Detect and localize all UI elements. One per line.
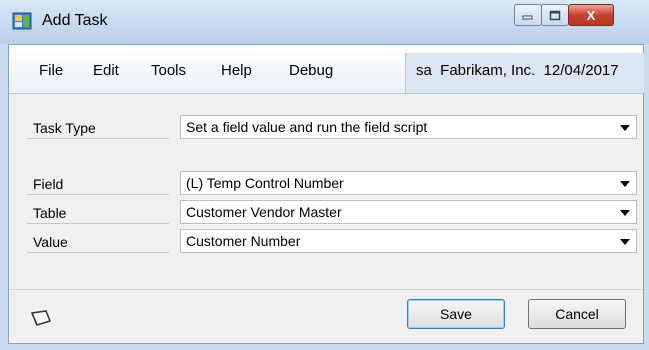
close-icon: X xyxy=(586,7,596,23)
menu-tools[interactable]: Tools xyxy=(151,62,186,79)
field-row: Field (L) Temp Control Number xyxy=(27,171,637,195)
menu-debug[interactable]: Debug xyxy=(289,62,333,79)
footer-divider xyxy=(9,289,643,290)
company-info-panel: sa Fabrikam, Inc. 12/04/2017 xyxy=(405,53,644,93)
value-label: Value xyxy=(27,229,169,253)
chevron-down-icon xyxy=(620,210,630,216)
minimize-button[interactable] xyxy=(514,4,542,26)
field-label: Field xyxy=(27,171,169,195)
table-label: Table xyxy=(27,200,169,224)
menu-help[interactable]: Help xyxy=(221,62,252,79)
chevron-down-icon xyxy=(620,239,630,245)
minimize-icon xyxy=(522,15,533,20)
field-value: (L) Temp Control Number xyxy=(186,175,344,191)
save-button[interactable]: Save xyxy=(407,299,505,329)
maximize-button[interactable] xyxy=(541,4,569,26)
chevron-down-icon xyxy=(620,181,630,187)
menu-file[interactable]: File xyxy=(39,62,63,79)
task-type-row: Task Type Set a field value and run the … xyxy=(27,115,637,139)
dialog-body: File Edit Tools Help Debug sa Fabrikam, … xyxy=(8,44,644,344)
window-controls: X xyxy=(514,4,636,26)
menu-edit[interactable]: Edit xyxy=(93,62,119,79)
value-select[interactable]: Customer Number xyxy=(180,229,637,253)
company-info: sa Fabrikam, Inc. 12/04/2017 xyxy=(416,62,619,79)
menu-bar: File Edit Tools Help Debug sa Fabrikam, … xyxy=(9,45,644,94)
app-icon xyxy=(12,12,32,30)
value-row: Value Customer Number xyxy=(27,229,637,253)
task-type-label: Task Type xyxy=(27,115,169,139)
maximize-icon xyxy=(549,10,561,20)
table-row: Table Customer Vendor Master xyxy=(27,200,637,224)
chevron-down-icon xyxy=(620,125,630,131)
window-title: Add Task xyxy=(42,12,108,29)
task-type-select[interactable]: Set a field value and run the field scri… xyxy=(180,115,637,139)
table-value: Customer Vendor Master xyxy=(186,204,342,220)
value-value: Customer Number xyxy=(186,233,301,249)
cancel-button[interactable]: Cancel xyxy=(528,299,626,329)
task-type-value: Set a field value and run the field scri… xyxy=(186,119,428,135)
title-bar: Add Task X xyxy=(0,0,649,44)
field-select[interactable]: (L) Temp Control Number xyxy=(180,171,637,195)
table-select[interactable]: Customer Vendor Master xyxy=(180,200,637,224)
close-button[interactable]: X xyxy=(568,4,614,26)
note-icon[interactable] xyxy=(29,309,53,327)
